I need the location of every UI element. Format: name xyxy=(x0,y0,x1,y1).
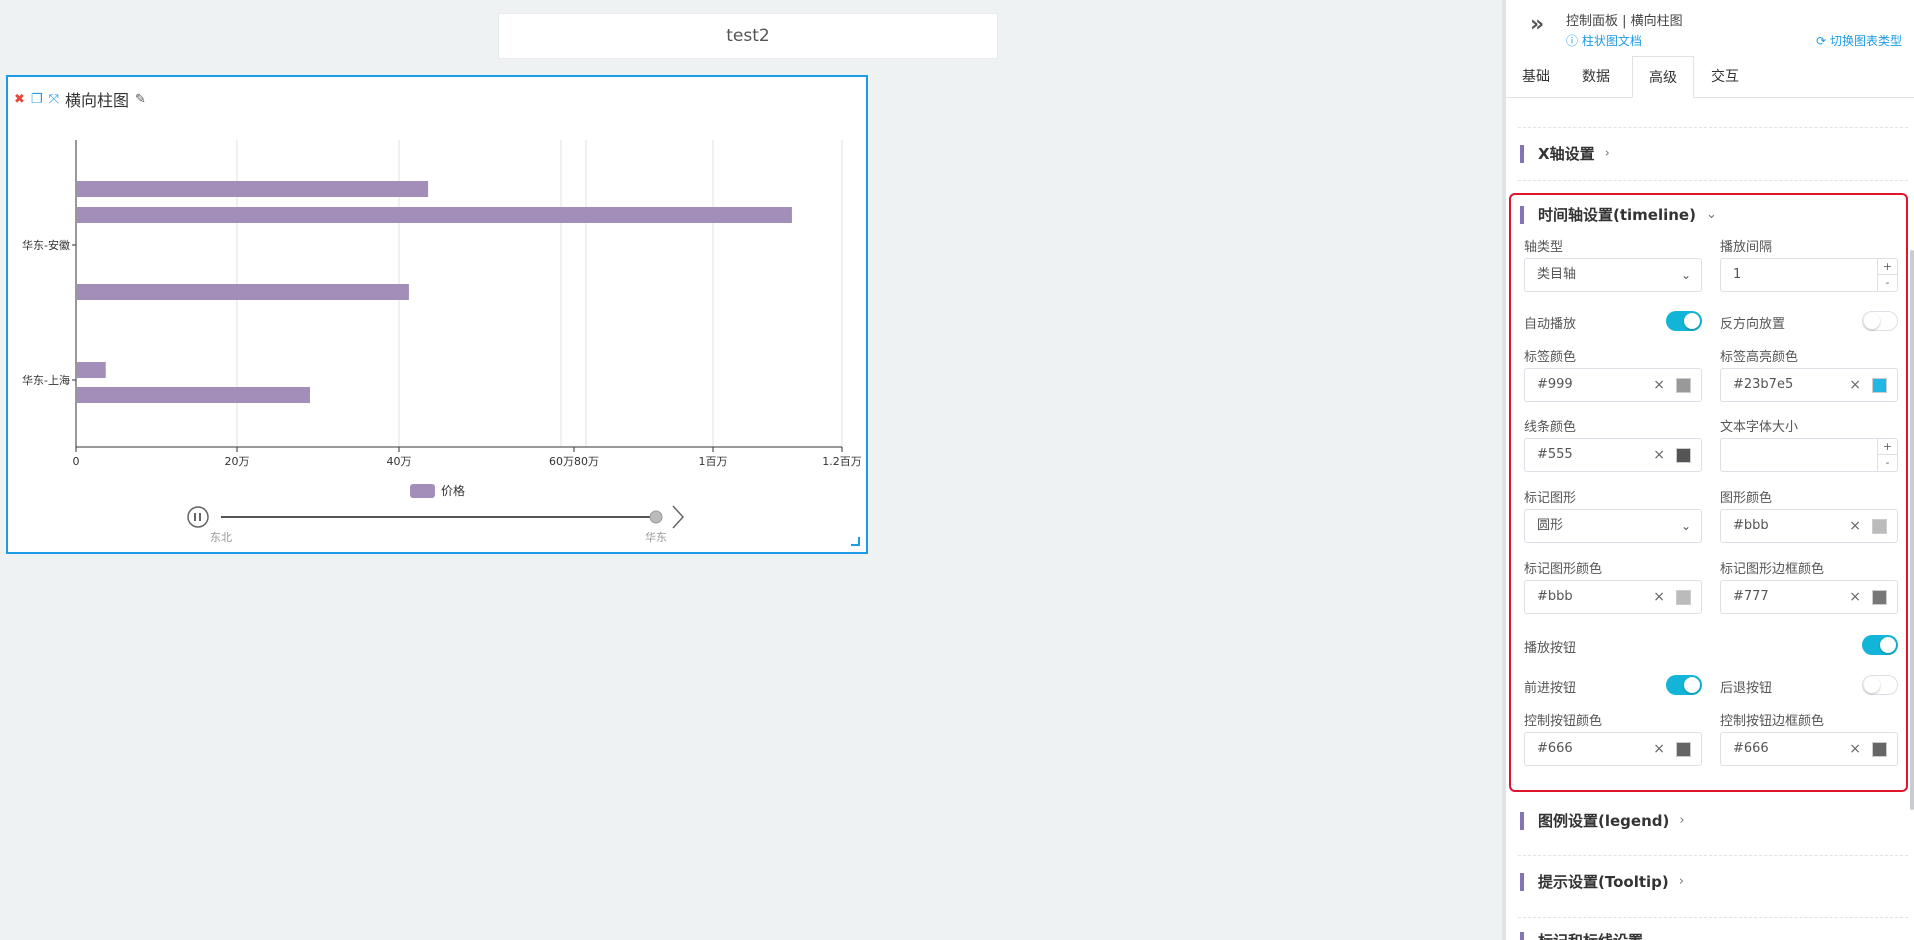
section-markline[interactable]: 标记和标线设置 xyxy=(1520,930,1643,940)
tab-data[interactable]: 数据 xyxy=(1574,56,1618,98)
legend[interactable]: 价格 xyxy=(410,482,465,499)
divider xyxy=(1518,127,1908,128)
section-tooltip[interactable]: 提示设置(Tooltip) › xyxy=(1520,871,1684,892)
x-tick-label: 1百万 xyxy=(699,455,728,468)
bar xyxy=(77,181,429,197)
x-tick-label: 0 xyxy=(73,455,80,468)
next-button xyxy=(672,505,685,529)
scrollbar[interactable] xyxy=(1910,250,1914,810)
timeline-point xyxy=(649,510,663,524)
tab-interaction[interactable]: 交互 xyxy=(1702,56,1748,98)
bar xyxy=(77,387,310,403)
x-tick-label: 40万 xyxy=(387,455,412,468)
bar xyxy=(77,284,409,300)
canvas-title: test2 xyxy=(498,13,998,59)
y-tick-label: 华东-安徽 xyxy=(22,238,70,252)
x-tick-label: 1.2百万 xyxy=(822,455,862,468)
double-chevron-icon[interactable]: » xyxy=(1530,12,1544,37)
tab-basic[interactable]: 基础 xyxy=(1516,56,1556,98)
tab-bar: 基础 数据 高级 交互 xyxy=(1506,56,1914,98)
highlight-box xyxy=(1509,193,1908,792)
pause-bar xyxy=(199,513,201,521)
y-tick-label: 华东-上海 xyxy=(22,373,70,387)
refresh-icon: ⟳ xyxy=(1816,34,1830,48)
pause-button xyxy=(187,506,209,528)
timeline-label: 东北 xyxy=(210,531,232,544)
section-x-axis[interactable]: X轴设置 › xyxy=(1520,143,1610,164)
bar-chart: 0 20万 40万 60万80万 1百万 1.2百万 华东-安徽华东-上海东北 华东 xyxy=(22,140,862,544)
tab-advanced[interactable]: 高级 xyxy=(1632,56,1694,98)
doc-link[interactable]: ⓘ 柱状图文档 xyxy=(1566,32,1642,49)
legend-swatch xyxy=(410,483,435,498)
pause-bar xyxy=(194,513,196,521)
chevron-right-icon: › xyxy=(1604,146,1610,161)
chevron-right-icon: › xyxy=(1678,874,1684,889)
timeline-label: 华东 xyxy=(645,530,667,544)
divider xyxy=(1518,917,1908,918)
panel-title: 控制面板 | 横向柱图 xyxy=(1566,14,1683,29)
resize-handle[interactable] xyxy=(851,537,860,546)
section-legend[interactable]: 图例设置(legend) › xyxy=(1520,810,1685,831)
divider xyxy=(1518,180,1908,181)
x-tick-label: 20万 xyxy=(225,455,250,468)
bar xyxy=(77,207,792,223)
question-circle-icon: ⓘ xyxy=(1566,34,1582,48)
switch-chart-type-link[interactable]: ⟳ 切换图表类型 xyxy=(1816,32,1902,49)
legend-label: 价格 xyxy=(441,484,466,498)
chart-card[interactable]: ✖ ❐ ⤧ 横向柱图 ✎ 0 20万 40万 60万80万 1百万 1.2百万 华东-安徽华… xyxy=(6,75,868,554)
bar xyxy=(77,362,106,378)
divider xyxy=(1518,855,1908,856)
x-tick-label: 60万80万 xyxy=(549,455,599,468)
chevron-right-icon: › xyxy=(1679,813,1685,828)
